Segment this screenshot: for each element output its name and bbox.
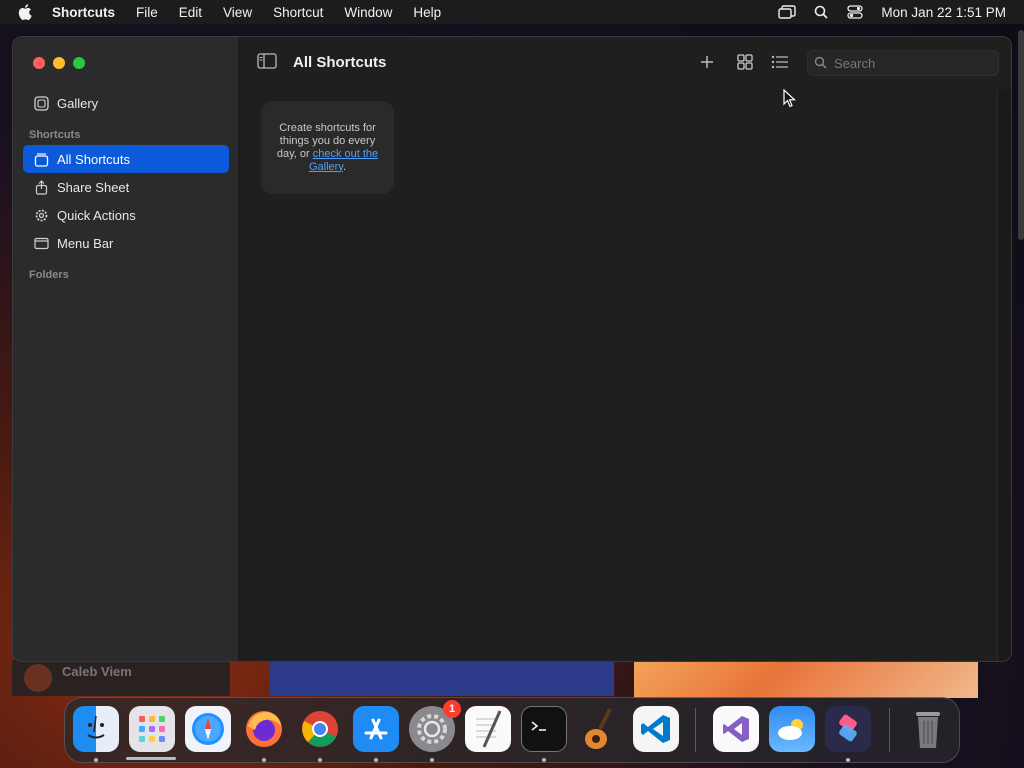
search-field[interactable] <box>807 50 999 76</box>
sidebar-item-all-shortcuts[interactable]: All Shortcuts <box>23 145 229 173</box>
gallery-icon <box>33 95 49 111</box>
close-button[interactable] <box>33 57 45 69</box>
textedit-icon[interactable] <box>465 706 511 752</box>
sidebar: Gallery Shortcuts All Shortcuts Share Sh… <box>13 37 239 661</box>
dock: 1 <box>64 697 960 763</box>
visual-studio-icon[interactable] <box>713 706 759 752</box>
control-center-icon[interactable] <box>845 4 865 20</box>
minimize-button[interactable] <box>53 57 65 69</box>
menu-help[interactable]: Help <box>413 5 441 20</box>
add-shortcut-button[interactable] <box>694 51 720 73</box>
vscode-icon[interactable] <box>633 706 679 752</box>
share-icon <box>33 179 49 195</box>
sidebar-item-label: All Shortcuts <box>57 151 130 167</box>
vertical-scrollbar[interactable] <box>997 89 1011 661</box>
search-icon <box>814 56 828 70</box>
menu-clock[interactable]: Mon Jan 22 1:51 PM <box>881 5 1006 20</box>
gear-icon <box>33 207 49 223</box>
sidebar-item-label: Gallery <box>57 95 99 111</box>
system-settings-icon[interactable]: 1 <box>409 700 461 752</box>
shortcuts-app-icon[interactable] <box>825 706 871 752</box>
mouse-cursor <box>783 88 797 109</box>
app-switch-indicator <box>126 757 176 760</box>
chrome-icon[interactable] <box>297 706 343 752</box>
running-indicator <box>262 758 266 762</box>
dock-separator <box>695 708 696 752</box>
garageband-icon[interactable] <box>577 706 623 752</box>
sidebar-item-share-sheet[interactable]: Share Sheet <box>23 173 229 201</box>
notification-badge: 1 <box>443 700 461 718</box>
dock-separator <box>889 708 890 752</box>
sidebar-item-quick-actions[interactable]: Quick Actions <box>23 201 229 229</box>
sidebar-item-label: Menu Bar <box>57 235 114 251</box>
launchpad-icon[interactable] <box>129 706 175 752</box>
background-window-right[interactable] <box>634 662 978 698</box>
apple-icon[interactable] <box>18 4 38 20</box>
running-indicator <box>846 758 850 762</box>
menu-view[interactable]: View <box>223 5 252 20</box>
weather-icon[interactable] <box>769 706 815 752</box>
sidebar-item-menu-bar[interactable]: Menu Bar <box>23 229 229 257</box>
app-store-icon[interactable] <box>353 706 399 752</box>
menu-edit[interactable]: Edit <box>179 5 202 20</box>
search-input[interactable] <box>834 55 984 71</box>
sidebar-toggle-icon[interactable] <box>257 53 279 71</box>
toolbar: All Shortcuts <box>239 37 1011 89</box>
empty-state-period: . <box>342 160 347 173</box>
background-window-name: Caleb Viem <box>62 664 132 679</box>
screen-mirroring-icon[interactable] <box>777 4 797 20</box>
finder-icon[interactable] <box>73 706 119 752</box>
running-indicator <box>374 758 378 762</box>
window-controls <box>33 57 85 69</box>
spotlight-search-icon[interactable] <box>811 4 831 20</box>
grid-icon <box>737 54 753 70</box>
list-view-button[interactable] <box>767 51 793 73</box>
plus-icon <box>701 56 713 68</box>
background-window-left[interactable]: Caleb Viem <box>12 660 230 696</box>
section-header-folders: Folders <box>29 269 69 281</box>
list-icon <box>771 55 788 69</box>
menu-app-name[interactable]: Shortcuts <box>52 5 115 20</box>
safari-icon[interactable] <box>185 706 231 752</box>
menubar-icon <box>33 235 49 251</box>
running-indicator <box>542 758 546 762</box>
zoom-button[interactable] <box>73 57 85 69</box>
menu-bar: Shortcuts File Edit View Shortcut Window… <box>0 0 1024 24</box>
menu-shortcut[interactable]: Shortcut <box>273 5 323 20</box>
menu-window[interactable]: Window <box>344 5 392 20</box>
desktop-scrollbar <box>1018 30 1024 240</box>
sidebar-item-label: Share Sheet <box>57 179 130 195</box>
empty-state-text: Create shortcuts for things you do every… <box>273 122 382 174</box>
trash-icon[interactable] <box>905 706 951 752</box>
empty-state-card: Create shortcuts for things you do every… <box>261 101 394 194</box>
firefox-icon[interactable] <box>241 706 287 752</box>
main-content: All Shortcuts Create shortcuts for thing… <box>239 37 1011 661</box>
section-header-shortcuts: Shortcuts <box>29 129 81 141</box>
page-title: All Shortcuts <box>293 54 387 71</box>
sidebar-item-gallery[interactable]: Gallery <box>23 89 229 117</box>
collection-icon <box>33 151 49 167</box>
menu-file[interactable]: File <box>136 5 158 20</box>
running-indicator <box>94 758 98 762</box>
grid-view-button[interactable] <box>732 51 758 73</box>
shortcuts-window: Gallery Shortcuts All Shortcuts Share Sh… <box>12 36 1012 662</box>
background-window-middle[interactable] <box>270 662 614 696</box>
avatar <box>24 664 52 692</box>
running-indicator <box>318 758 322 762</box>
running-indicator <box>430 758 434 762</box>
terminal-icon[interactable] <box>521 706 567 752</box>
sidebar-item-label: Quick Actions <box>57 207 136 223</box>
